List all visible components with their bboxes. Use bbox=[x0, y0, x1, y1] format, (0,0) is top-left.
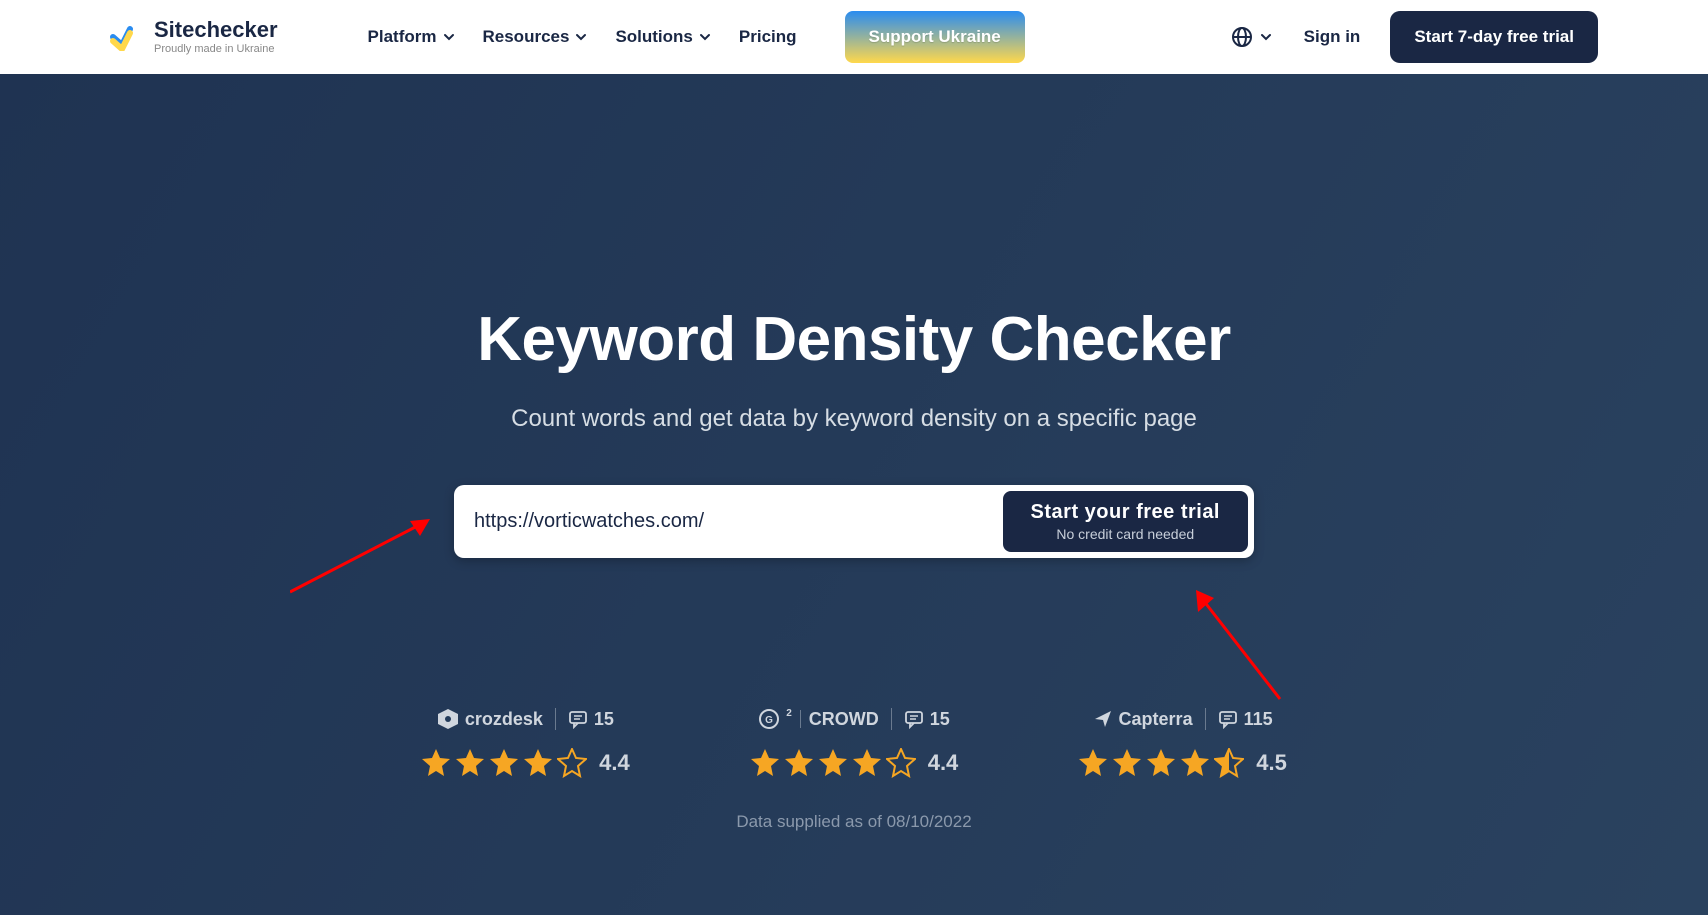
annotation-arrow-icon bbox=[290, 514, 440, 594]
cta-main-text: Start your free trial bbox=[1031, 501, 1220, 524]
rating-value: 4.4 bbox=[928, 750, 959, 776]
crozdesk-logo: crozdesk bbox=[437, 708, 543, 730]
sign-in-link[interactable]: Sign in bbox=[1304, 27, 1361, 47]
svg-text:G: G bbox=[765, 715, 773, 726]
rating-value: 4.5 bbox=[1256, 750, 1287, 776]
page-subtitle: Count words and get data by keyword dens… bbox=[511, 405, 1197, 433]
chevron-down-icon bbox=[575, 31, 587, 43]
star-rating bbox=[1078, 748, 1244, 778]
review-crowd: G 2 CROWD 15 4.4 bbox=[750, 708, 959, 778]
star-icon bbox=[1214, 748, 1244, 778]
review-count: 115 bbox=[1218, 709, 1273, 730]
review-capterra: Capterra 115 4.5 bbox=[1078, 708, 1287, 778]
star-icon bbox=[1180, 748, 1210, 778]
star-icon bbox=[1078, 748, 1108, 778]
brand-logo[interactable]: Sitechecker Proudly made in Ukraine bbox=[110, 19, 278, 55]
chevron-down-icon bbox=[1260, 31, 1272, 43]
cta-sub-text: No credit card needed bbox=[1031, 526, 1220, 542]
check-icon bbox=[110, 23, 144, 51]
review-count: 15 bbox=[568, 709, 614, 730]
comment-icon bbox=[568, 709, 588, 729]
review-count: 15 bbox=[904, 709, 950, 730]
rating-value: 4.4 bbox=[599, 750, 630, 776]
start-trial-button[interactable]: Start 7-day free trial bbox=[1390, 11, 1598, 63]
comment-icon bbox=[904, 709, 924, 729]
url-input[interactable] bbox=[460, 510, 1003, 533]
chevron-down-icon bbox=[699, 31, 711, 43]
page-title: Keyword Density Checker bbox=[477, 304, 1230, 375]
star-icon bbox=[750, 748, 780, 778]
star-icon bbox=[421, 748, 451, 778]
star-icon bbox=[455, 748, 485, 778]
language-selector[interactable] bbox=[1230, 25, 1272, 49]
star-icon bbox=[886, 748, 916, 778]
brand-tagline: Proudly made in Ukraine bbox=[154, 44, 278, 55]
star-icon bbox=[1146, 748, 1176, 778]
nav-platform[interactable]: Platform bbox=[368, 27, 455, 47]
support-ukraine-button[interactable]: Support Ukraine bbox=[845, 11, 1025, 63]
g2crowd-logo: G 2 CROWD bbox=[758, 708, 879, 730]
url-search-box: Start your free trial No credit card nee… bbox=[454, 485, 1254, 558]
nav-solutions[interactable]: Solutions bbox=[615, 27, 710, 47]
star-icon bbox=[818, 748, 848, 778]
star-icon bbox=[557, 748, 587, 778]
star-rating bbox=[421, 748, 587, 778]
nav-resources[interactable]: Resources bbox=[483, 27, 588, 47]
nav-pricing[interactable]: Pricing bbox=[739, 27, 797, 47]
review-crozdesk: crozdesk 15 4.4 bbox=[421, 708, 630, 778]
hero-section: Keyword Density Checker Count words and … bbox=[0, 74, 1708, 915]
data-supplied-note: Data supplied as of 08/10/2022 bbox=[736, 812, 971, 832]
chevron-down-icon bbox=[443, 31, 455, 43]
header: Sitechecker Proudly made in Ukraine Plat… bbox=[0, 0, 1708, 74]
star-rating bbox=[750, 748, 916, 778]
star-icon bbox=[523, 748, 553, 778]
star-icon bbox=[784, 748, 814, 778]
brand-name: Sitechecker bbox=[154, 19, 278, 41]
star-icon bbox=[852, 748, 882, 778]
start-free-trial-button[interactable]: Start your free trial No credit card nee… bbox=[1003, 491, 1248, 552]
annotation-arrow-icon bbox=[1190, 584, 1290, 704]
reviews-row: crozdesk 15 4.4 G 2 CROWD bbox=[421, 708, 1287, 778]
star-icon bbox=[1112, 748, 1142, 778]
globe-icon bbox=[1230, 25, 1254, 49]
star-icon bbox=[489, 748, 519, 778]
main-nav: Platform Resources Solutions Pricing Sup… bbox=[368, 11, 1025, 63]
comment-icon bbox=[1218, 709, 1238, 729]
capterra-logo: Capterra bbox=[1093, 709, 1193, 730]
